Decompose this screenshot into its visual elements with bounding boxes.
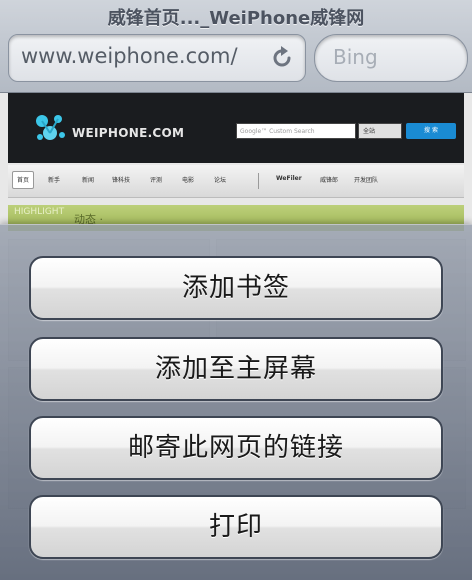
- search-placeholder: Bing: [333, 45, 378, 69]
- browser-toolbar: 威锋首页..._WeiPhone威锋网 www.weiphone.com/ Bi…: [0, 0, 472, 93]
- logo-text: WEIPHONE.COM: [72, 126, 185, 140]
- action-sheet: 添加书签 添加至主屏幕 邮寄此网页的链接 打印: [0, 224, 472, 580]
- nav-item-forum[interactable]: 论坛: [214, 175, 226, 184]
- page-title: 威锋首页..._WeiPhone威锋网: [107, 8, 365, 29]
- nav-item-tech[interactable]: 锋科技: [112, 175, 130, 184]
- nav-item-dev-team[interactable]: 开发团队: [354, 175, 378, 184]
- nav-item-movies[interactable]: 电影: [182, 175, 194, 184]
- add-to-home-screen-button[interactable]: 添加至主屏幕: [29, 337, 443, 401]
- nav-item-beginner[interactable]: 新手: [48, 175, 60, 184]
- site-search-scope[interactable]: 全站: [358, 123, 402, 139]
- site-search-input[interactable]: Google™ Custom Search: [236, 123, 356, 139]
- weiphone-logo-icon: [36, 115, 65, 140]
- reload-icon[interactable]: [269, 45, 295, 71]
- search-input[interactable]: Bing: [314, 34, 468, 82]
- mail-link-button[interactable]: 邮寄此网页的链接: [29, 416, 443, 480]
- print-button[interactable]: 打印: [29, 495, 443, 559]
- url-text: www.weiphone.com/: [21, 44, 238, 68]
- highlight-tag: HIGHLIGHT: [14, 207, 65, 217]
- nav-item-reviews[interactable]: 评测: [150, 175, 162, 184]
- safari-screen: 威锋首页..._WeiPhone威锋网 www.weiphone.com/ Bi…: [0, 0, 472, 580]
- nav-item-home[interactable]: 首页: [12, 171, 35, 189]
- site-search-button[interactable]: 搜 索: [406, 123, 456, 139]
- site-header: WEIPHONE.COM Google™ Custom Search 全站 搜 …: [8, 93, 464, 163]
- nav-item-wefiler[interactable]: WeFiler: [276, 175, 302, 182]
- nav-item-weifenglang[interactable]: 威锋郎: [320, 175, 338, 184]
- address-bar[interactable]: www.weiphone.com/: [8, 34, 306, 82]
- site-nav: 首页 新手 新闻 锋科技 评测 电影 论坛 WeFiler 威锋郎 开发团队: [8, 165, 464, 198]
- nav-divider: [258, 173, 259, 189]
- nav-item-news[interactable]: 新闻: [82, 175, 94, 184]
- add-bookmark-button[interactable]: 添加书签: [29, 256, 443, 320]
